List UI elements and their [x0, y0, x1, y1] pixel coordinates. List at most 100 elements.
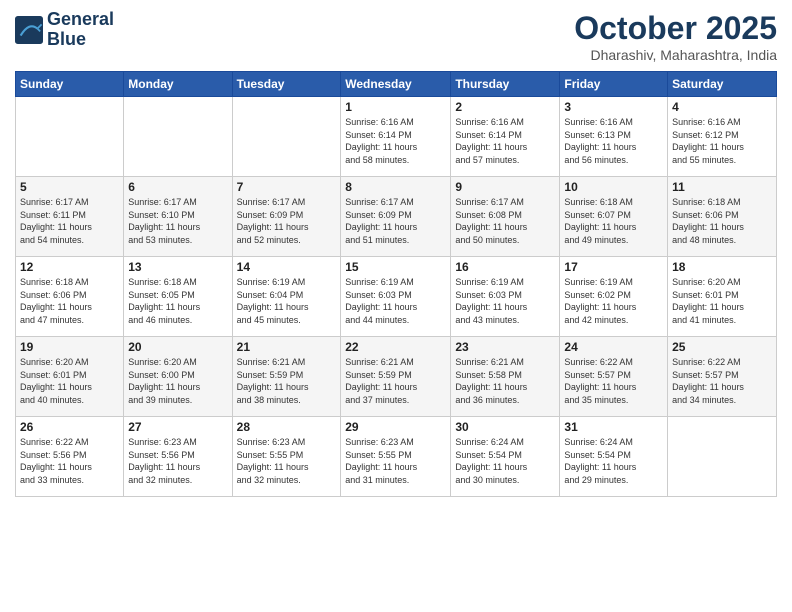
calendar-cell: 30 Sunrise: 6:24 AMSunset: 5:54 PMDayligh…: [451, 417, 560, 497]
day-number: 8: [345, 180, 446, 194]
calendar-cell: [668, 417, 777, 497]
weekday-header-thursday: Thursday: [451, 72, 560, 97]
day-info: Sunrise: 6:16 AMSunset: 6:12 PMDaylight:…: [672, 116, 772, 166]
day-info: Sunrise: 6:22 AMSunset: 5:56 PMDaylight:…: [20, 436, 119, 486]
weekday-header-sunday: Sunday: [16, 72, 124, 97]
day-info: Sunrise: 6:21 AMSunset: 5:59 PMDaylight:…: [237, 356, 337, 406]
weekday-header-wednesday: Wednesday: [341, 72, 451, 97]
day-number: 9: [455, 180, 555, 194]
day-info: Sunrise: 6:18 AMSunset: 6:06 PMDaylight:…: [672, 196, 772, 246]
day-number: 18: [672, 260, 772, 274]
calendar-cell: 21 Sunrise: 6:21 AMSunset: 5:59 PMDayligh…: [232, 337, 341, 417]
week-row-2: 5Sunrise: 6:17 AMSunset: 6:11 PMDaylight…: [16, 177, 777, 257]
calendar-cell: 17Sunrise: 6:19 AMSunset: 6:02 PMDayligh…: [560, 257, 668, 337]
calendar-cell: 23 Sunrise: 6:21 AMSunset: 5:58 PMDayligh…: [451, 337, 560, 417]
calendar-cell: 9Sunrise: 6:17 AMSunset: 6:08 PMDaylight…: [451, 177, 560, 257]
title-section: October 2025 Dharashiv, Maharashtra, Ind…: [574, 10, 777, 63]
weekday-header-tuesday: Tuesday: [232, 72, 341, 97]
calendar-cell: 14 Sunrise: 6:19 AMSunset: 6:04 PMDayligh…: [232, 257, 341, 337]
day-number: 12: [20, 260, 119, 274]
calendar-cell: 19 Sunrise: 6:20 AMSunset: 6:01 PMDayligh…: [16, 337, 124, 417]
day-info: Sunrise: 6:22 AMSunset: 5:57 PMDaylight:…: [672, 356, 772, 406]
weekday-header-row: SundayMondayTuesdayWednesdayThursdayFrid…: [16, 72, 777, 97]
calendar-cell: 16Sunrise: 6:19 AMSunset: 6:03 PMDayligh…: [451, 257, 560, 337]
calendar-cell: 12 Sunrise: 6:18 AMSunset: 6:06 PMDayligh…: [16, 257, 124, 337]
day-number: 4: [672, 100, 772, 114]
day-info: Sunrise: 6:21 AMSunset: 5:59 PMDaylight:…: [345, 356, 446, 406]
day-info: Sunrise: 6:20 AMSunset: 6:01 PMDaylight:…: [20, 356, 119, 406]
calendar-cell: 26 Sunrise: 6:22 AMSunset: 5:56 PMDayligh…: [16, 417, 124, 497]
logo: General Blue: [15, 10, 114, 50]
location: Dharashiv, Maharashtra, India: [574, 47, 777, 63]
month-title: October 2025: [574, 10, 777, 47]
day-number: 23: [455, 340, 555, 354]
day-info: Sunrise: 6:23 AMSunset: 5:56 PMDaylight:…: [128, 436, 227, 486]
day-info: Sunrise: 6:23 AMSunset: 5:55 PMDaylight:…: [345, 436, 446, 486]
calendar-cell: 28 Sunrise: 6:23 AMSunset: 5:55 PMDayligh…: [232, 417, 341, 497]
day-number: 29: [345, 420, 446, 434]
calendar-cell: 8Sunrise: 6:17 AMSunset: 6:09 PMDaylight…: [341, 177, 451, 257]
day-number: 6: [128, 180, 227, 194]
day-number: 2: [455, 100, 555, 114]
day-number: 19: [20, 340, 119, 354]
week-row-1: 1 Sunrise: 6:16 AMSunset: 6:14 PMDaylight…: [16, 97, 777, 177]
day-number: 14: [237, 260, 337, 274]
day-info: Sunrise: 6:24 AMSunset: 5:54 PMDaylight:…: [564, 436, 663, 486]
calendar-cell: 20Sunrise: 6:20 AMSunset: 6:00 PMDayligh…: [124, 337, 232, 417]
calendar-cell: 29 Sunrise: 6:23 AMSunset: 5:55 PMDayligh…: [341, 417, 451, 497]
day-info: Sunrise: 6:16 AMSunset: 6:13 PMDaylight:…: [564, 116, 663, 166]
logo-text: General Blue: [47, 10, 114, 50]
day-number: 1: [345, 100, 446, 114]
calendar-cell: 27 Sunrise: 6:23 AMSunset: 5:56 PMDayligh…: [124, 417, 232, 497]
day-number: 31: [564, 420, 663, 434]
calendar-cell: 18 Sunrise: 6:20 AMSunset: 6:01 PMDayligh…: [668, 257, 777, 337]
day-number: 10: [564, 180, 663, 194]
day-number: 27: [128, 420, 227, 434]
page-container: General Blue October 2025 Dharashiv, Mah…: [0, 0, 792, 507]
day-info: Sunrise: 6:20 AMSunset: 6:01 PMDaylight:…: [672, 276, 772, 326]
week-row-5: 26 Sunrise: 6:22 AMSunset: 5:56 PMDayligh…: [16, 417, 777, 497]
logo-icon: [15, 16, 43, 44]
day-number: 30: [455, 420, 555, 434]
calendar-cell: 25Sunrise: 6:22 AMSunset: 5:57 PMDayligh…: [668, 337, 777, 417]
day-info: Sunrise: 6:19 AMSunset: 6:02 PMDaylight:…: [564, 276, 663, 326]
calendar-cell: 13Sunrise: 6:18 AMSunset: 6:05 PMDayligh…: [124, 257, 232, 337]
day-info: Sunrise: 6:18 AMSunset: 6:06 PMDaylight:…: [20, 276, 119, 326]
day-number: 11: [672, 180, 772, 194]
header: General Blue October 2025 Dharashiv, Mah…: [15, 10, 777, 63]
day-info: Sunrise: 6:16 AMSunset: 6:14 PMDaylight:…: [345, 116, 446, 166]
day-info: Sunrise: 6:19 AMSunset: 6:04 PMDaylight:…: [237, 276, 337, 326]
day-number: 26: [20, 420, 119, 434]
day-number: 15: [345, 260, 446, 274]
calendar-cell: 11 Sunrise: 6:18 AMSunset: 6:06 PMDayligh…: [668, 177, 777, 257]
calendar-cell: 31 Sunrise: 6:24 AMSunset: 5:54 PMDayligh…: [560, 417, 668, 497]
calendar-cell: 3 Sunrise: 6:16 AMSunset: 6:13 PMDaylight…: [560, 97, 668, 177]
day-number: 3: [564, 100, 663, 114]
day-number: 28: [237, 420, 337, 434]
calendar-cell: [124, 97, 232, 177]
calendar-cell: 15Sunrise: 6:19 AMSunset: 6:03 PMDayligh…: [341, 257, 451, 337]
day-info: Sunrise: 6:21 AMSunset: 5:58 PMDaylight:…: [455, 356, 555, 406]
day-info: Sunrise: 6:17 AMSunset: 6:10 PMDaylight:…: [128, 196, 227, 246]
day-number: 22: [345, 340, 446, 354]
calendar-cell: 5Sunrise: 6:17 AMSunset: 6:11 PMDaylight…: [16, 177, 124, 257]
calendar-cell: 24 Sunrise: 6:22 AMSunset: 5:57 PMDayligh…: [560, 337, 668, 417]
weekday-header-monday: Monday: [124, 72, 232, 97]
day-number: 7: [237, 180, 337, 194]
day-info: Sunrise: 6:23 AMSunset: 5:55 PMDaylight:…: [237, 436, 337, 486]
calendar-cell: 4 Sunrise: 6:16 AMSunset: 6:12 PMDaylight…: [668, 97, 777, 177]
day-info: Sunrise: 6:22 AMSunset: 5:57 PMDaylight:…: [564, 356, 663, 406]
calendar-cell: 7Sunrise: 6:17 AMSunset: 6:09 PMDaylight…: [232, 177, 341, 257]
day-info: Sunrise: 6:18 AMSunset: 6:05 PMDaylight:…: [128, 276, 227, 326]
day-info: Sunrise: 6:24 AMSunset: 5:54 PMDaylight:…: [455, 436, 555, 486]
calendar-cell: 6 Sunrise: 6:17 AMSunset: 6:10 PMDaylight…: [124, 177, 232, 257]
calendar-cell: 1 Sunrise: 6:16 AMSunset: 6:14 PMDaylight…: [341, 97, 451, 177]
week-row-3: 12 Sunrise: 6:18 AMSunset: 6:06 PMDayligh…: [16, 257, 777, 337]
calendar-cell: 22 Sunrise: 6:21 AMSunset: 5:59 PMDayligh…: [341, 337, 451, 417]
day-info: Sunrise: 6:16 AMSunset: 6:14 PMDaylight:…: [455, 116, 555, 166]
day-number: 21: [237, 340, 337, 354]
day-number: 20: [128, 340, 227, 354]
weekday-header-saturday: Saturday: [668, 72, 777, 97]
day-info: Sunrise: 6:17 AMSunset: 6:11 PMDaylight:…: [20, 196, 119, 246]
day-number: 24: [564, 340, 663, 354]
